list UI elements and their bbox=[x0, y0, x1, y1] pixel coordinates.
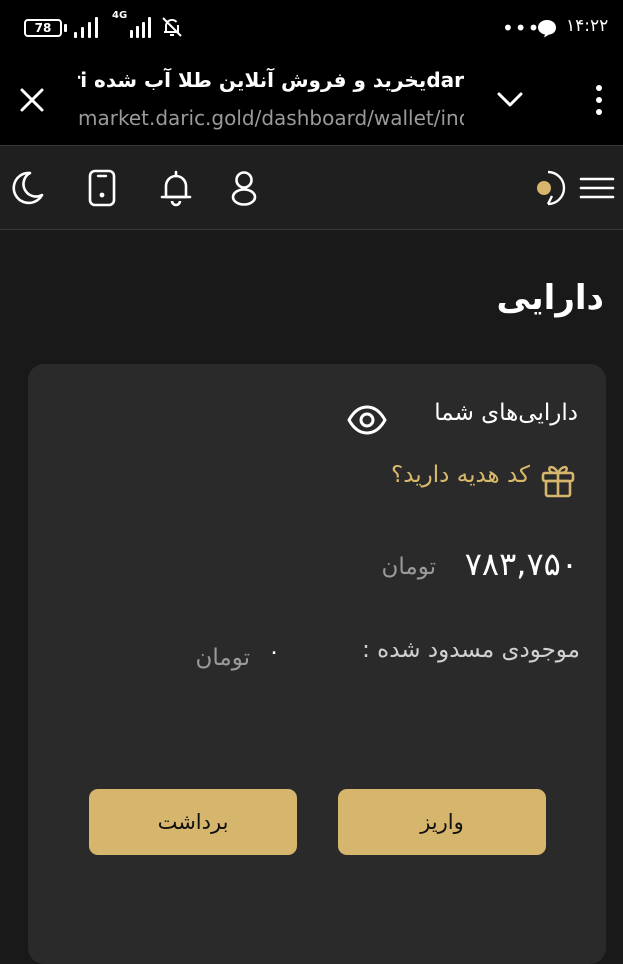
logo-icon[interactable] bbox=[528, 168, 568, 208]
balance-unit: تومان bbox=[381, 554, 436, 580]
browser-toolbar: darيخرید و فروش آنلاین طلا آب شده dari m… bbox=[0, 56, 623, 146]
eye-icon[interactable] bbox=[346, 399, 388, 441]
battery-level: 78 bbox=[34, 21, 52, 35]
network-type: 4G bbox=[112, 10, 128, 21]
mobile-icon[interactable] bbox=[82, 168, 122, 208]
kebab-menu-icon[interactable] bbox=[590, 82, 608, 118]
close-icon[interactable] bbox=[16, 84, 48, 116]
assets-label: دارایی‌های شما bbox=[434, 400, 578, 426]
battery-tip bbox=[64, 24, 67, 32]
chevron-down-icon[interactable] bbox=[494, 86, 526, 114]
status-time: ۱۴:۲۲ bbox=[566, 16, 609, 36]
gift-icon[interactable] bbox=[538, 460, 578, 500]
user-icon[interactable] bbox=[224, 168, 264, 208]
withdraw-button[interactable]: برداشت bbox=[89, 789, 297, 855]
wallet-card bbox=[28, 364, 606, 964]
moon-icon[interactable] bbox=[6, 168, 46, 208]
blocked-balance-amount: ۰ bbox=[268, 640, 280, 665]
gift-code-link[interactable]: کد هدیه دارید؟ bbox=[340, 462, 530, 488]
browser-url[interactable]: market.daric.gold/dashboard/wallet/inde bbox=[78, 106, 464, 134]
status-bar: 78 4G ••• ۱۴:۲۲ bbox=[0, 0, 623, 56]
bell-off-icon bbox=[162, 17, 182, 37]
chat-icon bbox=[538, 20, 556, 38]
battery-icon: 78 bbox=[24, 19, 62, 37]
blocked-balance-label: موجودی مسدود شده : bbox=[362, 637, 580, 663]
signal-4g-icon: 4G bbox=[112, 10, 154, 38]
bell-icon[interactable] bbox=[156, 168, 196, 208]
deposit-button[interactable]: واریز bbox=[338, 789, 546, 855]
more-status-icon: ••• bbox=[502, 16, 541, 40]
signal-icon bbox=[74, 16, 104, 38]
browser-page-title: darيخرید و فروش آنلاین طلا آب شده dari bbox=[78, 68, 464, 92]
page-title: دارایی bbox=[496, 278, 605, 318]
blocked-balance-unit: تومان bbox=[195, 645, 250, 671]
hamburger-icon[interactable] bbox=[578, 168, 616, 208]
balance-amount: ۷۸۳,۷۵۰ bbox=[464, 545, 578, 583]
app-header bbox=[0, 146, 623, 230]
